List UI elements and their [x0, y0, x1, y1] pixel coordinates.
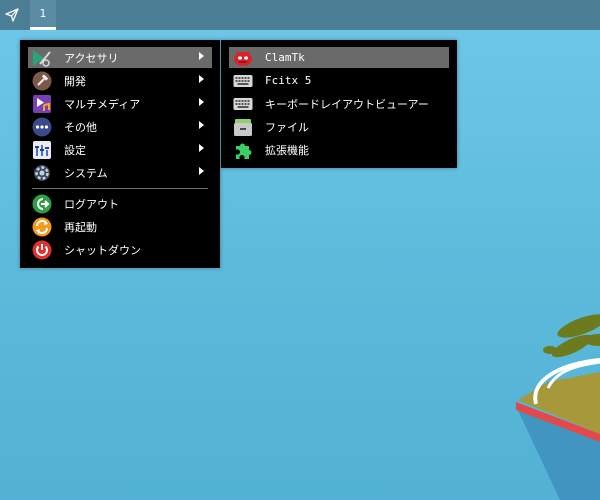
- submenu-item-label: キーボードレイアウトビューアー: [265, 97, 429, 111]
- submenu-item-keyboard-layout-viewer[interactable]: キーボードレイアウトビューアー: [229, 93, 449, 114]
- puzzle-piece-icon: [233, 140, 253, 160]
- menu-item-label: 再起動: [64, 220, 97, 234]
- menu-item-multimedia[interactable]: マルチメディア: [28, 93, 212, 114]
- menu-item-reboot[interactable]: 再起動: [28, 216, 212, 237]
- multimedia-icon: [32, 94, 52, 114]
- submenu-item-label: ファイル: [265, 120, 309, 134]
- file-cabinet-icon: [233, 117, 253, 137]
- paper-plane-icon: [5, 8, 19, 22]
- accessories-submenu: ClamTk Fcitx 5 キーボードレイアウトビューアー ファイル 拡張機能: [221, 40, 457, 168]
- menu-item-label: システム: [64, 166, 108, 180]
- shutdown-icon: [32, 240, 52, 260]
- submenu-arrow-icon: [199, 98, 204, 106]
- menu-item-label: ログアウト: [64, 197, 119, 211]
- submenu-item-fcitx5[interactable]: Fcitx 5: [229, 70, 449, 91]
- menu-item-accessories[interactable]: アクセサリ: [28, 47, 212, 68]
- submenu-item-label: Fcitx 5: [265, 74, 312, 87]
- menu-item-label: マルチメディア: [64, 97, 141, 111]
- accessories-icon: [32, 48, 52, 68]
- submenu-item-extensions[interactable]: 拡張機能: [229, 139, 449, 160]
- menu-item-label: 設定: [64, 143, 86, 157]
- other-icon: [32, 117, 52, 137]
- workspace-1-button[interactable]: 1: [30, 0, 56, 30]
- clamtk-icon: [233, 48, 253, 68]
- keyboard-icon: [233, 71, 253, 91]
- menu-item-label: アクセサリ: [64, 51, 119, 65]
- submenu-arrow-icon: [199, 167, 204, 175]
- menu-item-label: シャットダウン: [64, 243, 141, 257]
- submenu-item-label: 拡張機能: [265, 143, 309, 157]
- submenu-item-clamtk[interactable]: ClamTk: [229, 47, 449, 68]
- menu-item-system[interactable]: システム: [28, 162, 212, 183]
- menu-item-label: その他: [64, 120, 97, 134]
- menu-item-development[interactable]: 開発: [28, 70, 212, 91]
- workspace-label: 1: [39, 7, 47, 20]
- menu-item-settings[interactable]: 設定: [28, 139, 212, 160]
- top-panel: 1: [0, 0, 600, 30]
- logout-icon: [32, 194, 52, 214]
- menu-item-other[interactable]: その他: [28, 116, 212, 137]
- submenu-arrow-icon: [199, 52, 204, 60]
- main-menu: アクセサリ 開発 マルチメディア その他 設定 システム ログアウト 再起動 シ…: [20, 40, 220, 268]
- menu-separator: [32, 188, 208, 189]
- submenu-item-label: ClamTk: [265, 51, 305, 64]
- reboot-icon: [32, 217, 52, 237]
- settings-icon: [32, 140, 52, 160]
- submenu-item-files[interactable]: ファイル: [229, 116, 449, 137]
- submenu-arrow-icon: [199, 144, 204, 152]
- system-icon: [32, 163, 52, 183]
- submenu-arrow-icon: [199, 75, 204, 83]
- development-icon: [32, 71, 52, 91]
- submenu-arrow-icon: [199, 121, 204, 129]
- keyboard-icon: [233, 94, 253, 114]
- menu-item-logout[interactable]: ログアウト: [28, 193, 212, 214]
- app-menu-button[interactable]: [0, 0, 24, 30]
- menu-item-shutdown[interactable]: シャットダウン: [28, 239, 212, 260]
- menu-item-label: 開発: [64, 74, 86, 88]
